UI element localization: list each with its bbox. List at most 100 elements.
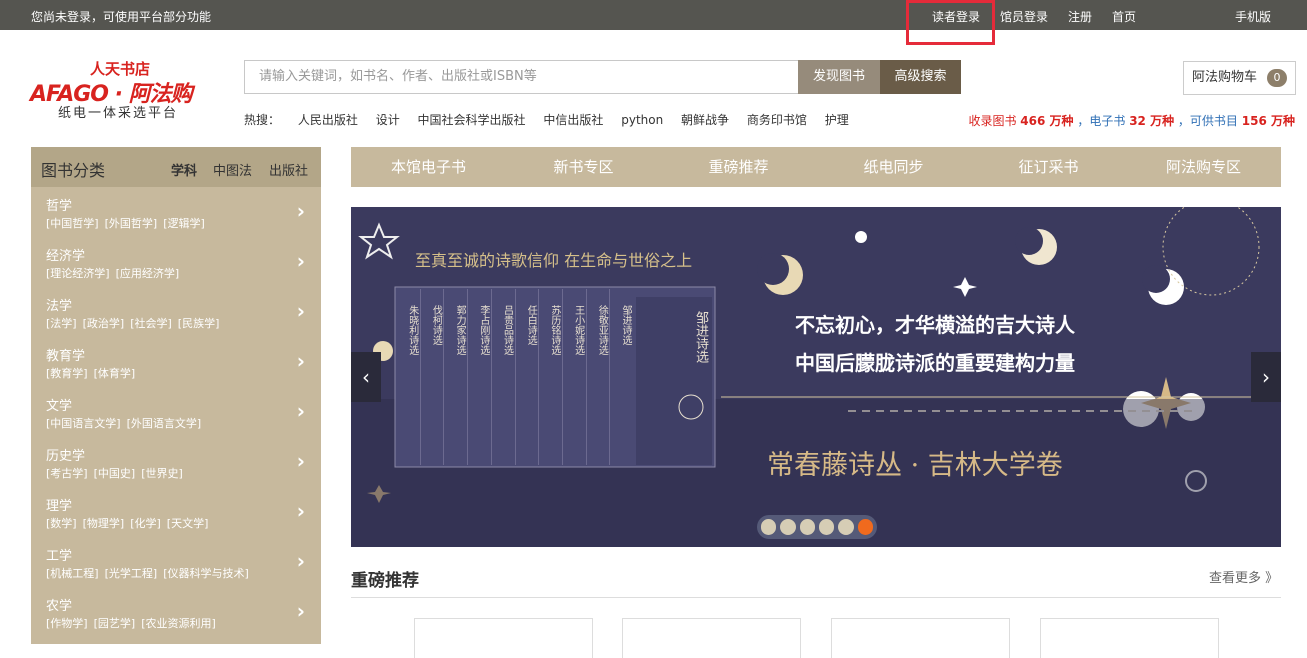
subcategory[interactable]: [外国哲学] [105,217,158,230]
category-education[interactable]: 教育学 [教育学] [体育学] › [31,337,321,387]
subcategory[interactable]: [机械工程] [46,567,99,580]
carousel-dot-active[interactable] [857,519,873,535]
hot-term[interactable]: 朝鲜战争 [681,113,729,127]
hot-term[interactable]: 设计 [376,113,400,127]
category-name[interactable]: 法学 [46,295,72,314]
category-name[interactable]: 工学 [46,545,72,564]
category-history[interactable]: 历史学 [考古学] [中国史] [世界史] › [31,437,321,487]
tab-subject[interactable]: 学科 [171,160,197,179]
carousel-dot[interactable] [780,519,796,535]
nav-item-recommended[interactable]: 重磅推荐 [661,147,816,187]
logo[interactable]: 人天书店 AFAGO · 阿法购 纸电一体采选平台 [30,58,220,124]
tab-publisher[interactable]: 出版社 [269,160,308,179]
category-law[interactable]: 法学 [法学] [政治学] [社会学] [民族学] › [31,287,321,337]
category-name[interactable]: 哲学 [46,195,72,214]
shopping-cart-button[interactable]: 阿法购物车 0 [1183,61,1296,95]
home-link[interactable]: 首页 [1112,8,1136,25]
banner-tagline: 至真至诚的诗歌信仰 在生命与世俗之上 [415,251,693,270]
carousel-dot[interactable] [838,519,854,535]
nav-item-print-digital[interactable]: 纸电同步 [816,147,971,187]
chevron-right-icon: › [296,449,305,473]
hot-term[interactable]: 中国社会科学出版社 [418,113,526,127]
category-agriculture[interactable]: 农学 [作物学] [园艺学] [农业资源利用] › [31,587,321,637]
book-card[interactable] [1040,618,1219,658]
book-card[interactable] [414,618,593,658]
subcategory[interactable]: [社会学] [130,317,172,330]
subcategory[interactable]: [仪器科学与技术] [163,567,249,580]
subcategory[interactable]: [民族学] [178,317,220,330]
subcategory[interactable]: [逻辑学] [163,217,205,230]
category-engineering[interactable]: 工学 [机械工程] [光学工程] [仪器科学与技术] › [31,537,321,587]
subcategory[interactable]: [理论经济学] [46,267,110,280]
subcategory[interactable]: [数学] [46,517,77,530]
category-philosophy[interactable]: 哲学 [中国哲学] [外国哲学] [逻辑学] › [31,187,321,237]
carousel-banner[interactable]: 至真至诚的诗歌信仰 在生命与世俗之上 不忘初心，才华横溢的吉大诗人 中国后朦胧诗… [351,207,1281,547]
tab-clc[interactable]: 中图法 [213,160,252,179]
subcategory[interactable]: [作物学] [46,617,88,630]
nav-item-ebooks[interactable]: 本馆电子书 [351,147,506,187]
category-name[interactable]: 历史学 [46,445,85,464]
category-name[interactable]: 农学 [46,595,72,614]
subcategory[interactable]: [中国语言文学] [46,417,121,430]
top-bar: 您尚未登录，可使用平台部分功能 读者登录 馆员登录 注册 首页 手机版 [0,0,1307,30]
subcategory[interactable]: [体育学] [94,367,136,380]
category-science[interactable]: 理学 [数学] [物理学] [化学] [天文学] › [31,487,321,537]
stats-ebooks-label: ，电子书 [1077,114,1126,128]
subcategory[interactable]: [化学] [130,517,161,530]
carousel-dot[interactable] [799,519,815,535]
carousel-next-button[interactable]: › [1251,352,1281,402]
category-literature[interactable]: 文学 [中国语言文学] [外国语言文学] › [31,387,321,437]
subcategory[interactable]: [法学] [46,317,77,330]
subcategory[interactable]: [考古学] [46,467,88,480]
carousel-dot[interactable] [818,519,835,535]
subcategory[interactable]: [中国史] [94,467,136,480]
chevron-right-icon: › [296,349,305,373]
category-name[interactable]: 文学 [46,395,72,414]
librarian-login-link[interactable]: 馆员登录 [1000,8,1048,25]
stats-ebooks-value: 32 万种 [1129,114,1175,128]
subcategory[interactable]: [中国哲学] [46,217,99,230]
discover-books-button[interactable]: 发现图书 [798,60,880,94]
book-card[interactable] [831,618,1010,658]
nav-item-afago-zone[interactable]: 阿法购专区 [1126,147,1281,187]
category-name[interactable]: 经济学 [46,245,85,264]
hot-term[interactable]: python [621,113,663,127]
hot-term[interactable]: 中信出版社 [543,113,603,127]
subcategory[interactable]: [天文学] [167,517,209,530]
subcategory[interactable]: [物理学] [83,517,125,530]
mobile-link[interactable]: 手机版 [1235,8,1271,25]
sidebar-header: 图书分类 学科 中图法 出版社 [31,147,321,187]
subcategory[interactable]: [园艺学] [94,617,136,630]
hot-term[interactable]: 护理 [825,113,849,127]
category-economics[interactable]: 经济学 [理论经济学] [应用经济学] › [31,237,321,287]
subcategory[interactable]: [政治学] [83,317,125,330]
book-spine: 朱晓利诗选 [397,289,421,465]
chevron-right-icon: › [296,399,305,423]
carousel-dot[interactable] [761,519,777,535]
hot-term[interactable]: 商务印书馆 [747,113,807,127]
subcategory[interactable]: [教育学] [46,367,88,380]
subcategory[interactable]: [光学工程] [105,567,158,580]
category-name[interactable]: 理学 [46,495,72,514]
subcategory[interactable]: [外国语言文学] [127,417,202,430]
category-sidebar: 图书分类 学科 中图法 出版社 哲学 [中国哲学] [外国哲学] [逻辑学] › 经… [31,147,321,644]
advanced-search-button[interactable]: 高级搜索 [880,60,961,94]
section-divider [351,597,1281,598]
subcategory[interactable]: [应用经济学] [116,267,180,280]
category-subs: [机械工程] [光学工程] [仪器科学与技术] [46,565,255,581]
register-link[interactable]: 注册 [1068,8,1092,25]
category-name[interactable]: 教育学 [46,345,85,364]
carousel-prev-button[interactable]: ‹ [351,352,381,402]
nav-item-subscription[interactable]: 征订采书 [971,147,1126,187]
view-more-link[interactable]: 查看更多 》 [1209,567,1278,586]
chevron-right-icon: › [296,549,305,573]
book-card[interactable] [622,618,801,658]
category-subs: [中国哲学] [外国哲学] [逻辑学] [46,215,211,231]
book-spine: 苏历铭诗选 [539,289,563,465]
search-input[interactable]: 请输入关键词，如书名、作者、出版社或ISBN等 [244,60,798,94]
chevron-right-icon: › [296,599,305,623]
nav-item-new-books[interactable]: 新书专区 [506,147,661,187]
subcategory[interactable]: [世界史] [141,467,183,480]
hot-term[interactable]: 人民出版社 [298,113,358,127]
subcategory[interactable]: [农业资源利用] [141,617,216,630]
